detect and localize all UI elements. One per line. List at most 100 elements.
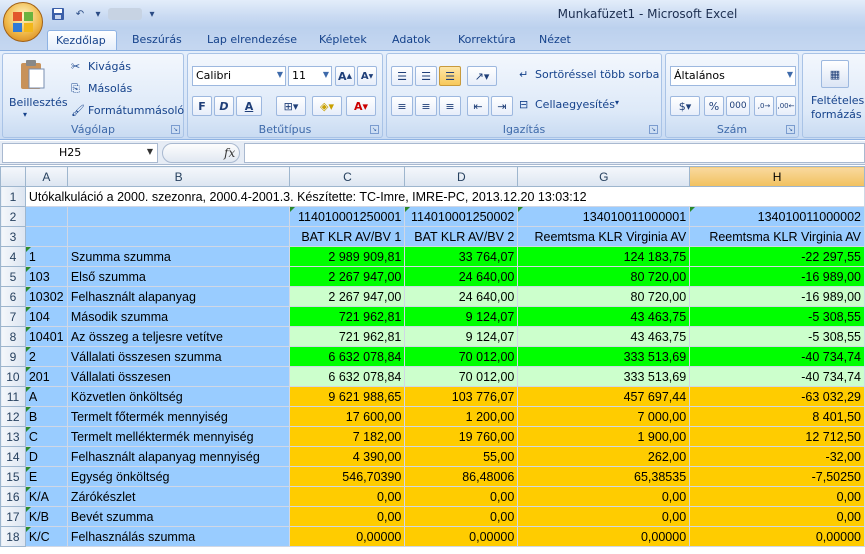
conditional-formatting-icon[interactable]: ▦ [821, 60, 849, 88]
align-right-icon[interactable]: ≡ [439, 96, 461, 116]
name-box[interactable]: H25 ▼ [2, 143, 158, 163]
font-size-select[interactable]: 11 ▼ [288, 66, 332, 86]
value-cell[interactable]: -5 308,55 [689, 306, 865, 327]
label-cell[interactable]: Termelt főtermék mennyiség [67, 406, 291, 427]
number-launcher-icon[interactable]: ↘ [786, 125, 795, 134]
value-cell[interactable]: 19 760,00 [404, 426, 519, 447]
value-cell[interactable]: 7 000,00 [517, 406, 691, 427]
code-cell[interactable]: D [25, 446, 68, 467]
value-cell[interactable]: 721 962,81 [289, 306, 406, 327]
column-header-h[interactable]: H [689, 166, 865, 187]
label-cell[interactable]: Első szumma [67, 266, 291, 287]
formula-input[interactable] [244, 143, 865, 163]
code-cell[interactable]: 104 [25, 306, 68, 327]
value-cell[interactable]: -40 734,74 [689, 346, 865, 367]
borders-icon[interactable]: ⊞▾ [276, 96, 306, 116]
value-cell[interactable]: 8 401,50 [689, 406, 865, 427]
select-all-corner[interactable] [0, 166, 26, 187]
value-cell[interactable]: -63 032,29 [689, 386, 865, 407]
row-header[interactable]: 11 [0, 386, 26, 407]
code-cell[interactable]: 114010001250001 [289, 206, 406, 227]
product-cell[interactable]: Reemtsma KLR Virginia AV [517, 226, 691, 247]
code-cell[interactable]: 201 [25, 366, 68, 387]
value-cell[interactable]: 24 640,00 [404, 286, 519, 307]
bold-button[interactable]: F [192, 96, 212, 116]
value-cell[interactable]: 43 463,75 [517, 306, 691, 327]
tab-insert[interactable]: Beszúrás [124, 30, 190, 50]
row-header[interactable]: 2 [0, 206, 26, 227]
alignment-launcher-icon[interactable]: ↘ [649, 125, 658, 134]
code-cell[interactable]: K/A [25, 486, 68, 507]
code-cell[interactable]: 134010011000002 [689, 206, 865, 227]
value-cell[interactable]: 0,00 [689, 486, 865, 507]
value-cell[interactable]: 0,00 [517, 506, 691, 527]
value-cell[interactable]: 0,00 [404, 486, 519, 507]
label-cell[interactable]: Felhasználás szumma [67, 526, 291, 547]
column-header-d[interactable]: D [404, 166, 519, 187]
value-cell[interactable]: 24 640,00 [404, 266, 519, 287]
label-cell[interactable]: Vállalati összesen szumma [67, 346, 291, 367]
cell[interactable] [25, 206, 68, 227]
value-cell[interactable]: 333 513,69 [517, 346, 691, 367]
cell[interactable] [67, 226, 291, 247]
value-cell[interactable]: 124 183,75 [517, 246, 691, 267]
value-cell[interactable]: -22 297,55 [689, 246, 865, 267]
value-cell[interactable]: 103 776,07 [404, 386, 519, 407]
increase-indent-icon[interactable]: ⇥ [491, 96, 513, 116]
decrease-indent-icon[interactable]: ⇤ [467, 96, 489, 116]
cell[interactable] [67, 206, 291, 227]
paste-icon[interactable] [17, 58, 47, 92]
wrap-text-button[interactable]: Sortöréssel több sorba [535, 68, 659, 81]
value-cell[interactable]: 2 989 909,81 [289, 246, 406, 267]
tab-home[interactable]: Kezdőlap [47, 30, 117, 50]
value-cell[interactable]: 80 720,00 [517, 286, 691, 307]
align-top-icon[interactable]: ☰ [391, 66, 413, 86]
tab-view[interactable]: Nézet [531, 30, 579, 50]
value-cell[interactable]: 0,00000 [289, 526, 406, 547]
orientation-icon[interactable]: ↗▾ [467, 66, 497, 86]
value-cell[interactable]: -7,50250 [689, 466, 865, 487]
value-cell[interactable]: 457 697,44 [517, 386, 691, 407]
insert-function-button[interactable]: fx [224, 146, 235, 160]
label-cell[interactable]: Felhasznált alapanyag mennyiség [67, 446, 291, 467]
row-header[interactable]: 7 [0, 306, 26, 327]
underline-button[interactable]: A [236, 96, 262, 116]
value-cell[interactable]: 0,00 [404, 506, 519, 527]
merge-button[interactable]: Cellaegyesítés [535, 98, 615, 111]
thousands-button[interactable]: 000 [726, 96, 750, 116]
value-cell[interactable]: 721 962,81 [289, 326, 406, 347]
value-cell[interactable]: 33 764,07 [404, 246, 519, 267]
value-cell[interactable]: 546,70390 [289, 466, 406, 487]
value-cell[interactable]: 0,00000 [517, 526, 691, 547]
label-cell[interactable]: Vállalati összesen [67, 366, 291, 387]
product-cell[interactable]: Reemtsma KLR Virginia AV [689, 226, 865, 247]
row-header[interactable]: 9 [0, 346, 26, 367]
value-cell[interactable]: 0,00000 [689, 526, 865, 547]
office-button[interactable] [3, 2, 43, 42]
value-cell[interactable]: 9 124,07 [404, 306, 519, 327]
product-cell[interactable]: BAT KLR AV/BV 1 [289, 226, 406, 247]
product-cell[interactable]: BAT KLR AV/BV 2 [404, 226, 519, 247]
row-header[interactable]: 5 [0, 266, 26, 287]
align-middle-icon[interactable]: ☰ [415, 66, 437, 86]
value-cell[interactable]: -16 989,00 [689, 286, 865, 307]
title-cell[interactable]: Utókalkuláció a 2000. szezonra, 2000.4-2… [25, 186, 865, 207]
chevron-down-icon[interactable]: ▼ [147, 147, 153, 156]
value-cell[interactable]: 9 124,07 [404, 326, 519, 347]
cell[interactable] [25, 226, 68, 247]
value-cell[interactable]: 333 513,69 [517, 366, 691, 387]
code-cell[interactable]: 1 [25, 246, 68, 267]
label-cell[interactable]: Az összeg a teljesre vetítve [67, 326, 291, 347]
percent-button[interactable]: % [704, 96, 724, 116]
tab-formulas[interactable]: Képletek [311, 30, 375, 50]
column-header-a[interactable]: A [24, 166, 68, 187]
tab-review[interactable]: Korrektúra [450, 30, 524, 50]
column-header-b[interactable]: B [66, 166, 291, 187]
row-header[interactable]: 16 [0, 486, 26, 507]
value-cell[interactable]: 80 720,00 [517, 266, 691, 287]
shrink-font-icon[interactable]: A ▼ [357, 66, 377, 86]
value-cell[interactable]: -40 734,74 [689, 366, 865, 387]
code-cell[interactable]: 114010001250002 [404, 206, 519, 227]
value-cell[interactable]: -32,00 [689, 446, 865, 467]
value-cell[interactable]: 262,00 [517, 446, 691, 467]
